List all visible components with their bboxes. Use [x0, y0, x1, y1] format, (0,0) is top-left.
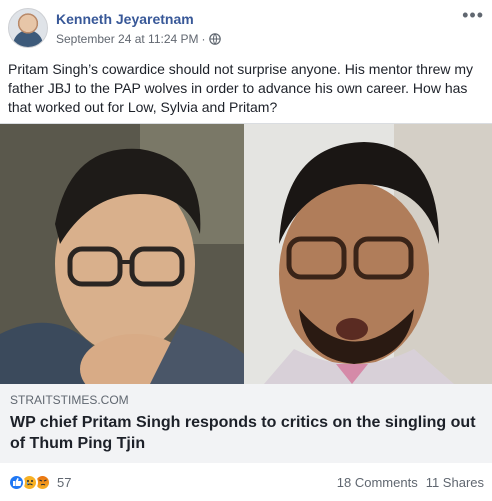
author-avatar[interactable]	[8, 8, 48, 48]
link-meta[interactable]: STRAITSTIMES.COM WP chief Pritam Singh r…	[0, 384, 492, 463]
author-name[interactable]: Kenneth Jeyaretnam	[56, 11, 194, 27]
photo-left	[0, 124, 244, 384]
link-domain: STRAITSTIMES.COM	[10, 393, 129, 407]
reactions-summary[interactable]: 57	[8, 473, 71, 491]
facebook-post: Kenneth Jeyaretnam September 24 at 11:24…	[0, 0, 492, 501]
link-preview[interactable]: STRAITSTIMES.COM WP chief Pritam Singh r…	[0, 123, 492, 463]
globe-icon	[208, 33, 221, 45]
post-header: Kenneth Jeyaretnam September 24 at 11:24…	[8, 6, 484, 50]
meta-separator: ·	[201, 32, 206, 46]
reaction-count[interactable]: 57	[57, 475, 71, 490]
post-timestamp[interactable]: September 24 at 11:24 PM	[56, 32, 199, 46]
post-footer: 57 18 Comments 11 Shares	[8, 472, 484, 492]
shares-count[interactable]: 11 Shares	[426, 475, 484, 490]
comments-count[interactable]: 18 Comments	[337, 475, 418, 490]
post-meta: September 24 at 11:24 PM ·	[56, 32, 221, 46]
more-options-icon[interactable]: •••	[462, 6, 484, 24]
link-title[interactable]: WP chief Pritam Singh responds to critic…	[10, 412, 482, 454]
post-text: Pritam Singh’s cowardice should not surp…	[8, 61, 474, 115]
link-preview-image[interactable]	[0, 124, 492, 384]
photo-right-illustration	[244, 124, 492, 384]
photo-right	[244, 124, 492, 384]
like-icon	[8, 473, 25, 491]
photo-left-illustration	[0, 124, 244, 384]
engagement-counts: 18 Comments 11 Shares	[337, 475, 484, 490]
